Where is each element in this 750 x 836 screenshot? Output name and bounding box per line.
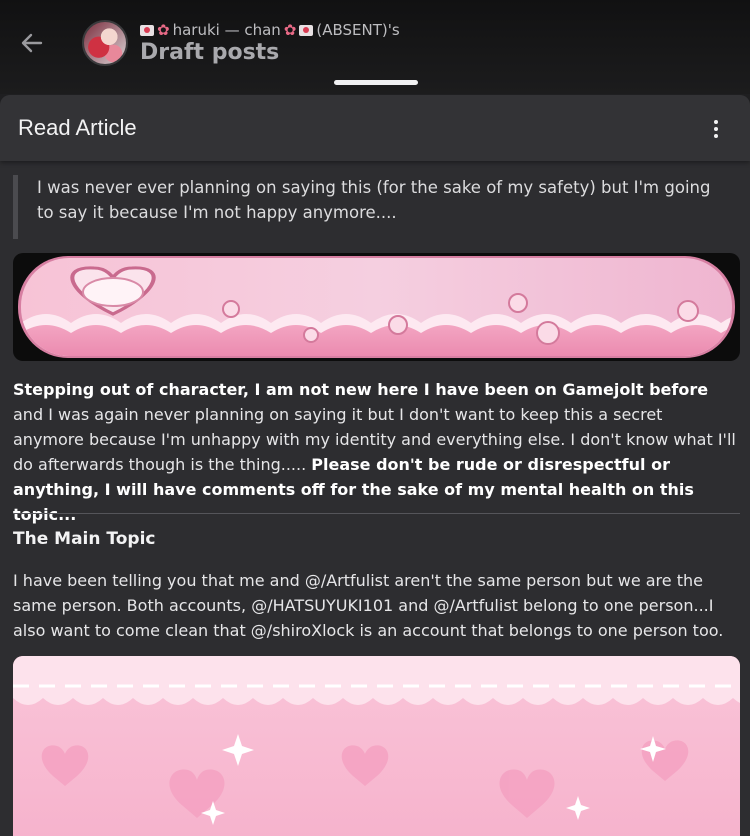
back-arrow-icon — [21, 33, 43, 53]
envelope-heart-icon — [140, 24, 154, 36]
page-title: Draft posts — [140, 40, 280, 65]
kebab-menu-icon — [714, 120, 718, 124]
envelope-heart-icon — [299, 24, 314, 36]
section-heading: The Main Topic — [13, 529, 156, 549]
hearts-banner-image — [13, 656, 740, 836]
owner-name: haruki — chan — [172, 21, 281, 39]
more-options-button[interactable] — [705, 115, 727, 143]
owner-line: ✿ haruki — chan ✿ (ABSENT)'s — [140, 19, 400, 41]
paragraph-main-topic: I have been telling you that me and @/Ar… — [13, 571, 724, 640]
divider — [13, 513, 740, 514]
sheet-header: Read Article — [0, 95, 750, 161]
drag-handle[interactable] — [334, 80, 418, 85]
back-button[interactable] — [14, 28, 50, 58]
paragraph-intro: Stepping out of character, I am not new … — [13, 377, 738, 527]
avatar[interactable] — [82, 20, 128, 66]
flower-icon: ✿ — [157, 20, 170, 39]
owner-suffix: (ABSENT)'s — [316, 21, 400, 39]
flower-icon: ✿ — [283, 20, 297, 39]
bold-text: Stepping out of character, I am not new … — [13, 380, 709, 399]
article-sheet: Read Article I was never ever planning o… — [0, 95, 750, 836]
top-app-bar: ✿ haruki — chan ✿ (ABSENT)'s Draft posts — [0, 0, 750, 94]
sheet-title: Read Article — [18, 115, 137, 140]
blockquote: I was never ever planning on saying this… — [13, 175, 728, 239]
pink-banner-image — [13, 253, 740, 361]
